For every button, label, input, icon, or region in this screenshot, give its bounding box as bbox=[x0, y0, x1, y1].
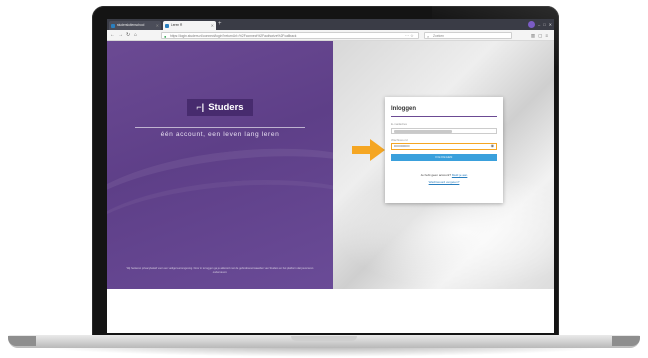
laptop-notch bbox=[291, 336, 357, 341]
url-text: https://login.studers.nl/connect/login?r… bbox=[170, 34, 297, 38]
tab-label: studersluitenschool bbox=[117, 23, 145, 27]
signup-link[interactable]: Meld je aan bbox=[452, 173, 468, 177]
window-controls: – □ ✕ bbox=[527, 19, 552, 30]
tab-close-icon[interactable]: ✕ bbox=[156, 21, 159, 30]
email-label: E-mailadres bbox=[391, 122, 408, 126]
tab-close-icon[interactable]: ✕ bbox=[211, 21, 214, 30]
minimize-button[interactable]: – bbox=[538, 22, 540, 27]
no-account-row: Je hebt geen account? Meld je aan bbox=[391, 173, 497, 177]
login-card: Inloggen E-mailadres Wachtwoord ••••••••… bbox=[385, 97, 503, 203]
laptop-base-edge bbox=[8, 336, 36, 346]
no-account-text: Je hebt geen account? bbox=[420, 173, 451, 177]
laptop-screen: studersluitenschool ✕ Leren R ✕ + – □ ✕ … bbox=[107, 19, 554, 333]
forgot-password-link[interactable]: Wachtwoord vergeten? bbox=[429, 180, 460, 184]
footer-disclaimer: Wij hanteren privacybeleid voor een veil… bbox=[126, 267, 314, 274]
divider bbox=[135, 127, 305, 128]
close-window-button[interactable]: ✕ bbox=[549, 22, 552, 27]
new-tab-button[interactable]: + bbox=[218, 20, 222, 29]
eye-icon[interactable]: ◉ bbox=[491, 144, 494, 149]
email-field[interactable] bbox=[391, 127, 497, 134]
tab-active[interactable]: Leren R ✕ bbox=[163, 21, 216, 30]
tab-first[interactable]: studersluitenschool ✕ bbox=[109, 21, 161, 30]
search-icon: ⌕ bbox=[427, 34, 430, 39]
logo-mark-icon: ⌐| bbox=[196, 102, 205, 112]
home-icon[interactable]: ⌂ bbox=[134, 30, 137, 41]
login-title: Inloggen bbox=[391, 106, 416, 112]
browser-nav-bar: ← → ↻ ⌂ ● https://login.studers.nl/conne… bbox=[107, 30, 554, 41]
address-bar[interactable]: ● https://login.studers.nl/connect/login… bbox=[161, 32, 419, 39]
page-bottom-area bbox=[107, 289, 554, 333]
page-actions-icon[interactable]: ⋯ ☆ bbox=[405, 30, 414, 41]
login-page: ⌐| Studers één account, een leven lang l… bbox=[107, 41, 554, 333]
reload-icon[interactable]: ↻ bbox=[126, 30, 130, 41]
tab-favicon-icon bbox=[111, 23, 115, 28]
brand-panel: ⌐| Studers één account, een leven lang l… bbox=[107, 41, 333, 289]
arrow-pointer-icon bbox=[352, 139, 385, 161]
password-label: Wachtwoord bbox=[391, 137, 408, 142]
forward-arrow-icon[interactable]: → bbox=[118, 30, 123, 41]
laptop-base-edge bbox=[612, 336, 640, 346]
blurred-email-value bbox=[394, 130, 452, 133]
toolbar-menu-icon[interactable]: ▥▢≡ bbox=[531, 30, 551, 41]
profile-avatar[interactable] bbox=[527, 21, 535, 28]
tab-favicon-icon bbox=[165, 23, 169, 28]
title-underline bbox=[391, 116, 497, 117]
password-field[interactable]: •••••••••••••• ◉ bbox=[391, 143, 497, 150]
browser-tab-bar: studersluitenschool ✕ Leren R ✕ + – □ ✕ bbox=[107, 19, 554, 30]
search-placeholder: Zoeken bbox=[433, 34, 444, 38]
back-arrow-icon[interactable]: ← bbox=[110, 30, 115, 41]
password-value: •••••••••••••• bbox=[394, 144, 410, 148]
tagline: één account, een leven lang leren bbox=[160, 131, 280, 138]
login-button[interactable]: INLOGGEN bbox=[391, 154, 497, 161]
tab-label: Leren R bbox=[171, 23, 183, 27]
forgot-row: Wachtwoord vergeten? bbox=[391, 180, 497, 184]
search-input[interactable]: ⌕ Zoeken bbox=[424, 32, 512, 39]
logo-text: Studers bbox=[208, 102, 244, 113]
lock-icon: ● bbox=[164, 34, 167, 39]
maximize-button[interactable]: □ bbox=[543, 22, 545, 27]
studers-logo: ⌐| Studers bbox=[187, 99, 253, 116]
